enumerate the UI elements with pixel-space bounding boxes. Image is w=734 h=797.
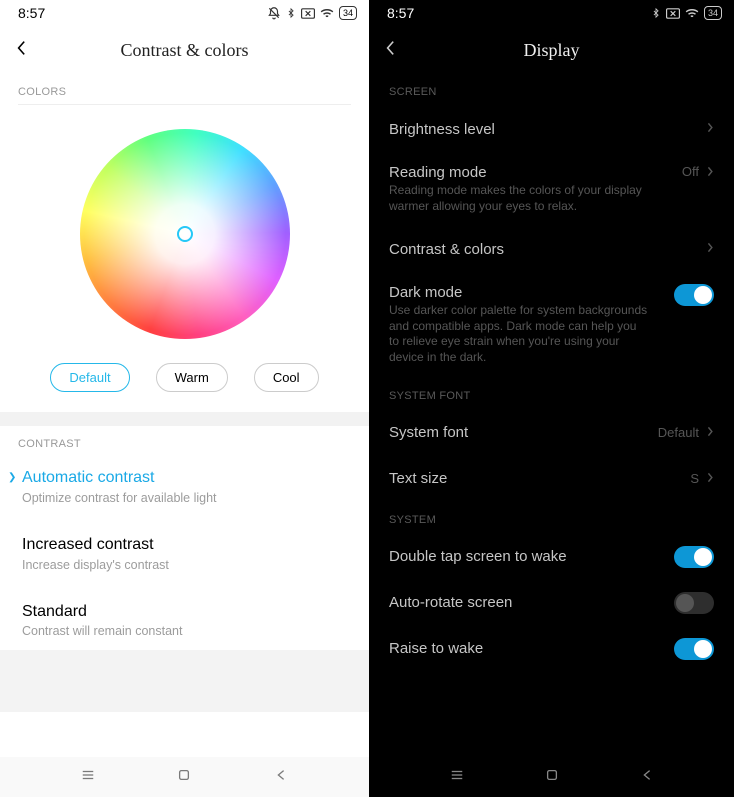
contrast-item-title: Automatic contrast	[22, 468, 349, 489]
bluetooth-icon	[651, 6, 661, 20]
battery-icon: 34	[704, 6, 722, 20]
row-title: Brightness level	[389, 121, 699, 138]
wifi-icon	[685, 7, 699, 19]
row-brightness[interactable]: Brightness level	[369, 106, 734, 152]
chevron-right-icon	[707, 120, 714, 138]
double-tap-toggle[interactable]	[674, 546, 714, 568]
row-text-size[interactable]: Text size S	[369, 456, 734, 502]
contrast-colors-screen: 8:57 34 Contrast & colors COLORS	[0, 0, 369, 797]
row-reading-mode[interactable]: Reading mode Reading mode makes the colo…	[369, 152, 734, 226]
color-wheel[interactable]	[80, 129, 290, 339]
row-title: Auto-rotate screen	[389, 594, 666, 611]
row-value: Default	[658, 425, 699, 440]
home-icon[interactable]	[545, 768, 559, 787]
row-auto-rotate: Auto-rotate screen	[369, 580, 734, 626]
contrast-item-title: Increased contrast	[22, 535, 349, 556]
contrast-item-sub: Optimize contrast for available light	[22, 491, 349, 505]
row-title: Text size	[389, 470, 682, 487]
back-button[interactable]	[385, 40, 395, 61]
section-system: SYSTEM	[369, 502, 734, 534]
contrast-item-sub: Increase display's contrast	[22, 558, 349, 572]
contrast-item-title: Standard	[22, 602, 349, 623]
recents-icon[interactable]	[81, 768, 95, 787]
pill-default[interactable]: Default	[50, 363, 129, 392]
contrast-standard[interactable]: Standard Contrast will remain constant	[0, 590, 369, 651]
chevron-right-icon	[707, 240, 714, 258]
row-double-tap: Double tap screen to wake	[369, 534, 734, 580]
row-title: Raise to wake	[389, 640, 666, 657]
status-icons: 34	[267, 6, 357, 20]
title-bar: Display	[369, 26, 734, 74]
display-settings-screen: 8:57 34 Display SCREEN Brightness level …	[369, 0, 734, 797]
status-time: 8:57	[387, 5, 414, 21]
row-subtitle: Reading mode makes the colors of your di…	[389, 183, 649, 214]
row-title: Dark mode	[389, 284, 666, 301]
temperature-pills: Default Warm Cool	[0, 349, 369, 412]
row-subtitle: Use darker color palette for system back…	[389, 303, 649, 365]
color-selector-handle[interactable]	[177, 226, 193, 242]
row-value: Off	[682, 164, 699, 179]
dnd-icon	[267, 6, 281, 20]
status-icons: 34	[651, 6, 722, 20]
navigation-bar	[369, 757, 734, 797]
raise-wake-toggle[interactable]	[674, 638, 714, 660]
dark-mode-toggle[interactable]	[674, 284, 714, 306]
chevron-right-icon	[707, 164, 714, 182]
row-title: System font	[389, 424, 650, 441]
section-screen: SCREEN	[369, 74, 734, 106]
row-value: S	[690, 471, 699, 486]
row-contrast-colors[interactable]: Contrast & colors	[369, 226, 734, 272]
contrast-item-sub: Contrast will remain constant	[22, 624, 349, 638]
row-system-font[interactable]: System font Default	[369, 410, 734, 456]
status-bar: 8:57 34	[369, 0, 734, 26]
row-raise-wake: Raise to wake	[369, 626, 734, 672]
pill-warm[interactable]: Warm	[156, 363, 228, 392]
status-time: 8:57	[18, 5, 45, 21]
back-icon[interactable]	[274, 768, 288, 787]
page-title: Display	[369, 40, 734, 61]
recents-icon[interactable]	[450, 768, 464, 787]
home-icon[interactable]	[177, 768, 191, 787]
contrast-increased[interactable]: Increased contrast Increase display's co…	[0, 523, 369, 584]
color-wheel-area	[0, 105, 369, 349]
chevron-right-icon	[707, 424, 714, 442]
row-title: Double tap screen to wake	[389, 548, 666, 565]
battery-icon: 34	[339, 6, 357, 20]
back-button[interactable]	[16, 40, 26, 61]
section-system-font: SYSTEM FONT	[369, 378, 734, 410]
nosim-icon	[301, 8, 315, 19]
row-title: Reading mode	[389, 164, 674, 181]
row-dark-mode: Dark mode Use darker color palette for s…	[369, 272, 734, 377]
navigation-bar	[0, 757, 369, 797]
status-bar: 8:57 34	[0, 0, 369, 26]
back-icon[interactable]	[640, 768, 654, 787]
contrast-automatic[interactable]: ❯ Automatic contrast Optimize contrast f…	[0, 456, 369, 517]
pill-cool[interactable]: Cool	[254, 363, 319, 392]
title-bar: Contrast & colors	[0, 26, 369, 74]
bluetooth-icon	[286, 6, 296, 20]
page-title: Contrast & colors	[0, 40, 369, 61]
chevron-right-icon: ❯	[8, 472, 16, 483]
row-title: Contrast & colors	[389, 241, 699, 258]
auto-rotate-toggle[interactable]	[674, 592, 714, 614]
section-gap	[0, 412, 369, 426]
section-colors: COLORS	[0, 74, 369, 104]
section-contrast: CONTRAST	[0, 426, 369, 456]
wifi-icon	[320, 7, 334, 19]
nosim-icon	[666, 8, 680, 19]
chevron-right-icon	[707, 470, 714, 488]
empty-area	[0, 650, 369, 712]
